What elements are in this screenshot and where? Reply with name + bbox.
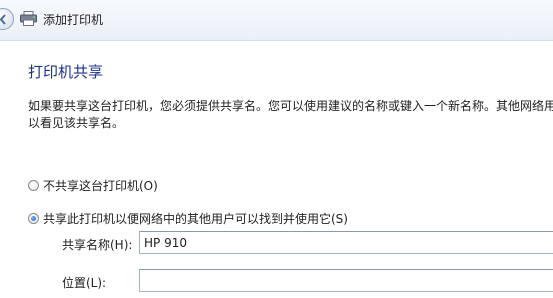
description-line: 如果要共享这台打印机，您必须提供共享名。您可以使用建议的名称或键入一个新名称。其… — [28, 99, 553, 113]
printer-icon — [20, 11, 37, 26]
share-name-label: 共享名称(H): — [62, 238, 133, 252]
share-label[interactable]: 共享此打印机以便网络中的其他用户可以找到并使用它(S) — [43, 210, 348, 227]
no-share-option[interactable]: 不共享这台打印机(O) — [28, 177, 158, 194]
share-radio[interactable] — [28, 213, 39, 224]
back-button[interactable] — [0, 8, 14, 30]
location-label: 位置(L): — [62, 276, 107, 290]
location-input[interactable] — [139, 269, 553, 292]
share-name-input[interactable] — [139, 231, 553, 254]
no-share-label[interactable]: 不共享这台打印机(O) — [43, 177, 158, 194]
no-share-radio[interactable] — [28, 180, 39, 191]
description-text: 如果要共享这台打印机，您必须提供共享名。您可以使用建议的名称或键入一个新名称。其… — [28, 98, 553, 132]
share-option[interactable]: 共享此打印机以便网络中的其他用户可以找到并使用它(S) — [28, 210, 348, 227]
page-title: 打印机共享 — [28, 63, 104, 81]
description-line: 以看见该共享名。 — [28, 116, 125, 130]
title-bar: 添加打印机 — [0, 0, 553, 41]
window-title: 添加打印机 — [43, 13, 104, 27]
back-arrow-icon — [0, 14, 6, 25]
